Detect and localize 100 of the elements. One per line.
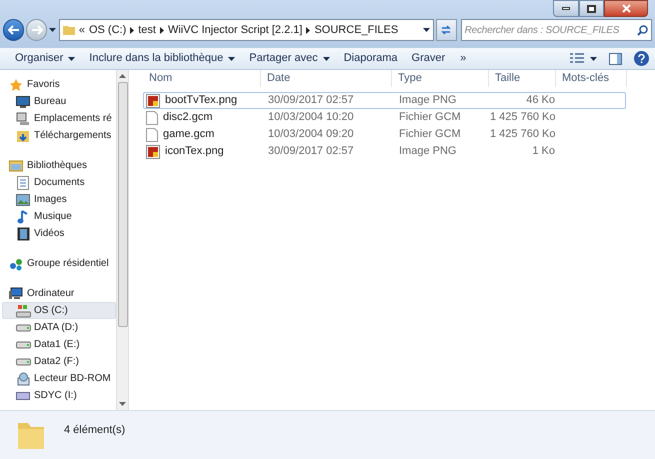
drive-icon (16, 340, 30, 348)
sidebar-item[interactable]: Data1 (E:) (2, 336, 116, 353)
chevron-icon (130, 26, 134, 34)
homegroup-icon (9, 256, 23, 270)
file-row[interactable]: bootTvTex.png 30/09/2017 02:57 Image PNG 46 Ko (143, 92, 626, 109)
toolbar-button[interactable]: Inclure dans la bibliothèque (82, 48, 242, 68)
library-icon (9, 160, 23, 172)
sidebar-item[interactable]: Vidéos (2, 225, 116, 242)
sidebar-item[interactable]: Bureau (2, 93, 116, 110)
search-icon (636, 24, 648, 36)
restore-icon (587, 4, 596, 12)
file-type: Image PNG (399, 94, 456, 106)
help-icon (638, 54, 645, 63)
sidebar-heading[interactable]: Bibliothèques (2, 157, 116, 174)
sidebar-item[interactable]: Téléchargements (2, 127, 116, 144)
caret-icon (68, 56, 76, 60)
sidebar-item[interactable]: OS (C:) (2, 302, 116, 319)
maximize-button[interactable] (579, 0, 604, 17)
pane-icon (609, 52, 622, 64)
sidebar-item[interactable]: Lecteur BD-ROM (2, 370, 116, 387)
sidebar-item[interactable]: Images (2, 191, 116, 208)
sidebar-heading[interactable]: Favoris (2, 76, 116, 93)
blank-file-icon (146, 110, 158, 124)
file-date: 30/09/2017 02:57 (268, 94, 354, 106)
breadcrumb[interactable]: SOURCE_FILES (314, 22, 398, 38)
disc-drive-icon (16, 372, 30, 386)
search-field[interactable]: Rechercher dans : SOURCE_FILES (464, 22, 637, 38)
image-file-icon (146, 144, 160, 158)
file-row[interactable]: iconTex.png 30/09/2017 02:57 Image PNG 1 Ko (143, 143, 626, 160)
breadcrumb[interactable]: OS (C:) (88, 22, 126, 38)
sidebar-heading[interactable]: Ordinateur (2, 285, 116, 302)
help-button[interactable] (634, 51, 649, 66)
more-button[interactable]: » (452, 50, 474, 67)
image-file-icon (146, 94, 160, 108)
drive-icon (16, 304, 30, 318)
monitor-icon (16, 96, 30, 108)
caret-icon (590, 56, 597, 60)
caret-icon (322, 56, 330, 60)
file-row[interactable]: disc2.gcm 10/03/2004 10:20 Fichier GCM 1 425 760 Ko (143, 109, 626, 126)
file-size: 1 Ko (532, 145, 555, 158)
file-row[interactable]: game.gcm 10/03/2004 09:20 Fichier GCM 1 425 760 Ko (143, 126, 626, 143)
breadcrumb[interactable]: WiiVC Injector Script [2.2.1] (168, 22, 302, 38)
breadcrumb[interactable]: « (78, 22, 85, 38)
document-icon (17, 176, 29, 190)
computer-icon (9, 287, 23, 300)
column-header[interactable]: Nom (143, 70, 261, 87)
file-name: disc2.gcm (163, 110, 213, 126)
folder-icon (62, 24, 75, 36)
toolbar-button[interactable]: Organiser (8, 48, 82, 68)
file-date: 30/09/2017 02:57 (268, 145, 354, 158)
toolbar-button[interactable]: Graver (404, 48, 452, 68)
sidebar-item[interactable]: SDYC (I:) (2, 387, 116, 404)
sidebar-item[interactable]: Documents (2, 174, 116, 191)
list-view-icon (570, 53, 584, 64)
toolbar-button[interactable]: Diaporama (336, 48, 405, 68)
file-name: iconTex.png (165, 144, 224, 160)
column-header[interactable]: Date (261, 70, 392, 87)
computer-icon (16, 112, 30, 126)
music-note-icon (17, 210, 29, 224)
minimize-icon (562, 7, 570, 10)
file-type: Fichier GCM (399, 111, 461, 124)
drive-icon (16, 324, 30, 332)
scroll-down-icon (119, 402, 126, 406)
chevron-icon (306, 26, 310, 34)
file-type: Image PNG (399, 145, 456, 158)
caret-icon (422, 28, 430, 32)
folder-download-icon (16, 128, 30, 142)
close-icon (622, 4, 630, 13)
file-name: game.gcm (163, 127, 214, 142)
breadcrumb[interactable]: test (138, 22, 156, 38)
sidebar-heading[interactable]: Groupe résidentiel (2, 255, 116, 272)
close-button[interactable] (604, 0, 648, 17)
film-icon (16, 226, 30, 240)
caret-icon (49, 28, 56, 32)
minimize-button[interactable] (553, 0, 579, 17)
sidebar-item[interactable]: Data2 (F:) (2, 353, 116, 370)
sidebar-item[interactable]: Musique (2, 208, 116, 225)
file-size: 46 Ko (526, 94, 555, 106)
sidebar-item[interactable]: Emplacements ré (2, 110, 116, 127)
refresh-button[interactable] (436, 19, 457, 41)
column-header[interactable]: Taille (489, 70, 556, 87)
column-header[interactable]: Mots-clés (556, 70, 627, 87)
back-arrow-icon (8, 25, 20, 35)
forward-arrow-icon (30, 25, 43, 35)
memory-card-icon (16, 392, 30, 400)
scroll-up-icon (119, 74, 126, 78)
chevron-icon (160, 26, 164, 34)
search-box[interactable]: Rechercher dans : SOURCE_FILES (460, 19, 652, 41)
column-header[interactable]: Type (392, 70, 489, 87)
file-size: 1 425 760 Ko (490, 111, 556, 124)
back-button[interactable] (3, 19, 24, 41)
sidebar-item[interactable]: DATA (D:) (2, 319, 116, 336)
refresh-icon (440, 24, 452, 36)
caret-icon (228, 56, 236, 60)
blank-file-icon (146, 128, 158, 142)
picture-icon (16, 194, 30, 206)
toolbar-button[interactable]: Partager avec (242, 48, 337, 68)
star-icon (9, 78, 23, 92)
file-date: 10/03/2004 09:20 (268, 128, 354, 140)
file-date: 10/03/2004 10:20 (268, 111, 354, 124)
